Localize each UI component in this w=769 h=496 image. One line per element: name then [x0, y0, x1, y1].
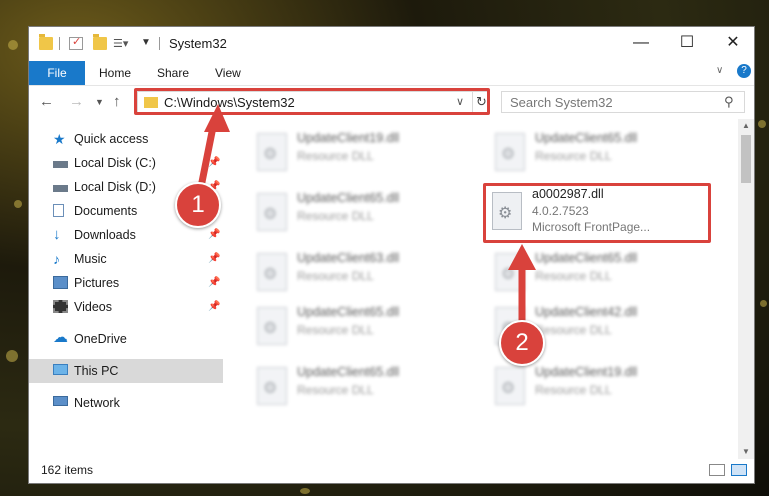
annotation-arrows: [196, 104, 536, 326]
arrow-head-up: [204, 104, 230, 132]
step-badge-1: 1: [175, 182, 221, 228]
step-badge-2: 2: [499, 320, 545, 366]
arrow-head-up: [508, 244, 536, 270]
